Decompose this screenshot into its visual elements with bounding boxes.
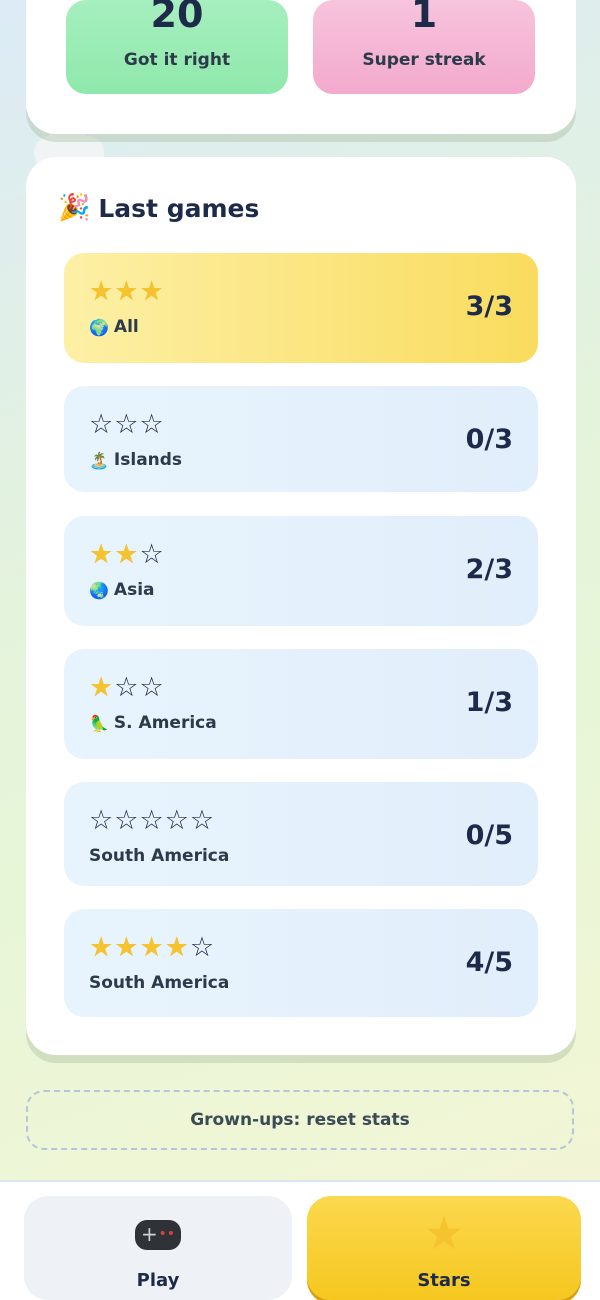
game-row: ★★★ 🌍 All 3/3 xyxy=(64,253,538,363)
region-name: All xyxy=(113,317,139,337)
stat-label: Got it right xyxy=(123,50,231,70)
game-row: ★★☆ 🌏 Asia 2/3 xyxy=(64,516,538,626)
game-score: 2/3 xyxy=(465,554,513,585)
stat-tile-streak: 1 Super streak xyxy=(313,0,535,94)
star-empty-icon: ☆ xyxy=(139,672,165,703)
game-row-label: South America xyxy=(89,973,229,993)
star-empty-icon: ☆ xyxy=(189,932,216,963)
star-filled-icon: ★ xyxy=(114,932,140,963)
game-score: 4/5 xyxy=(465,947,513,978)
star-empty-icon: ☆ xyxy=(114,672,140,703)
star-filled-icon: ★ xyxy=(139,276,165,307)
last-games-title: Last games xyxy=(98,193,260,223)
stats-card: 20 Got it right 1 Super streak xyxy=(26,0,576,134)
bottom-nav: Play ★ Stars xyxy=(0,1180,600,1300)
star-rating: ★★★ xyxy=(89,277,165,307)
star-filled-icon: ★ xyxy=(89,276,115,307)
nav-play-button[interactable]: Play xyxy=(24,1196,292,1300)
region-icon: 🌏 xyxy=(89,580,109,600)
star-empty-icon: ☆ xyxy=(139,805,165,836)
region-icon: 🌍 xyxy=(89,317,109,337)
star-filled-icon: ★ xyxy=(89,539,115,570)
star-rating: ★★★★☆ xyxy=(89,933,215,963)
star-rating: ☆☆☆ xyxy=(89,410,165,440)
region-name: South America xyxy=(89,846,230,866)
star-filled-icon: ★ xyxy=(164,932,190,963)
star-rating: ★★☆ xyxy=(89,540,165,570)
stat-value: 20 xyxy=(150,0,204,36)
star-empty-icon: ☆ xyxy=(139,539,165,570)
star-filled-icon: ★ xyxy=(139,932,165,963)
game-score: 0/3 xyxy=(465,424,513,455)
star-filled-icon: ★ xyxy=(114,276,140,307)
gamepad-icon xyxy=(24,1210,292,1260)
game-row: ★☆☆ 🦜 S. America 1/3 xyxy=(64,649,538,759)
nav-play-label: Play xyxy=(136,1270,180,1291)
game-row: ☆☆☆ 🏝️ Islands 0/3 xyxy=(64,386,538,492)
region-name: Islands xyxy=(113,450,183,470)
game-row: ★★★★☆ South America 4/5 xyxy=(64,909,538,1017)
star-empty-icon: ☆ xyxy=(89,409,115,440)
stat-tile-correct: 20 Got it right xyxy=(66,0,288,94)
game-score: 0/5 xyxy=(465,820,513,851)
game-row-label: 🦜 S. America xyxy=(89,713,217,733)
star-empty-icon: ☆ xyxy=(114,805,140,836)
star-rating: ☆☆☆☆☆ xyxy=(89,806,215,836)
star-empty-icon: ☆ xyxy=(139,409,165,440)
last-games-card: 🎉 Last games ★★★ 🌍 All 3/3 ☆☆☆ 🏝️ Islands 0/3 ★★… xyxy=(26,157,576,1055)
stat-label: Super streak xyxy=(362,50,486,70)
star-filled-icon: ★ xyxy=(114,539,140,570)
game-row-label: 🌍 All xyxy=(89,317,139,337)
star-empty-icon: ☆ xyxy=(114,409,140,440)
game-score: 1/3 xyxy=(465,687,513,718)
region-name: Asia xyxy=(113,580,155,600)
star-filled-icon: ★ xyxy=(89,932,115,963)
nav-stars-button[interactable]: ★ Stars xyxy=(307,1196,581,1300)
game-row-label: 🏝️ Islands xyxy=(89,450,182,470)
nav-stars-label: Stars xyxy=(417,1270,471,1291)
game-row-label: South America xyxy=(89,846,229,866)
reset-stats-button[interactable]: Grown-ups: reset stats xyxy=(26,1090,574,1150)
stat-value: 1 xyxy=(410,0,438,36)
last-games-heading: 🎉 Last games xyxy=(58,193,259,223)
star-rating: ★☆☆ xyxy=(89,673,165,703)
star-empty-icon: ☆ xyxy=(189,805,216,836)
region-icon: 🏝️ xyxy=(89,450,109,470)
game-row-label: 🌏 Asia xyxy=(89,580,155,600)
star-filled-icon: ★ xyxy=(89,672,115,703)
party-popper-icon: 🎉 xyxy=(58,193,91,223)
region-name: South America xyxy=(89,973,230,993)
region-icon: 🦜 xyxy=(89,713,109,733)
star-empty-icon: ☆ xyxy=(164,805,190,836)
star-icon: ★ xyxy=(423,1206,465,1260)
game-row: ☆☆☆☆☆ South America 0/5 xyxy=(64,782,538,886)
region-name: S. America xyxy=(113,713,217,733)
star-empty-icon: ☆ xyxy=(89,805,115,836)
game-score: 3/3 xyxy=(465,291,513,322)
